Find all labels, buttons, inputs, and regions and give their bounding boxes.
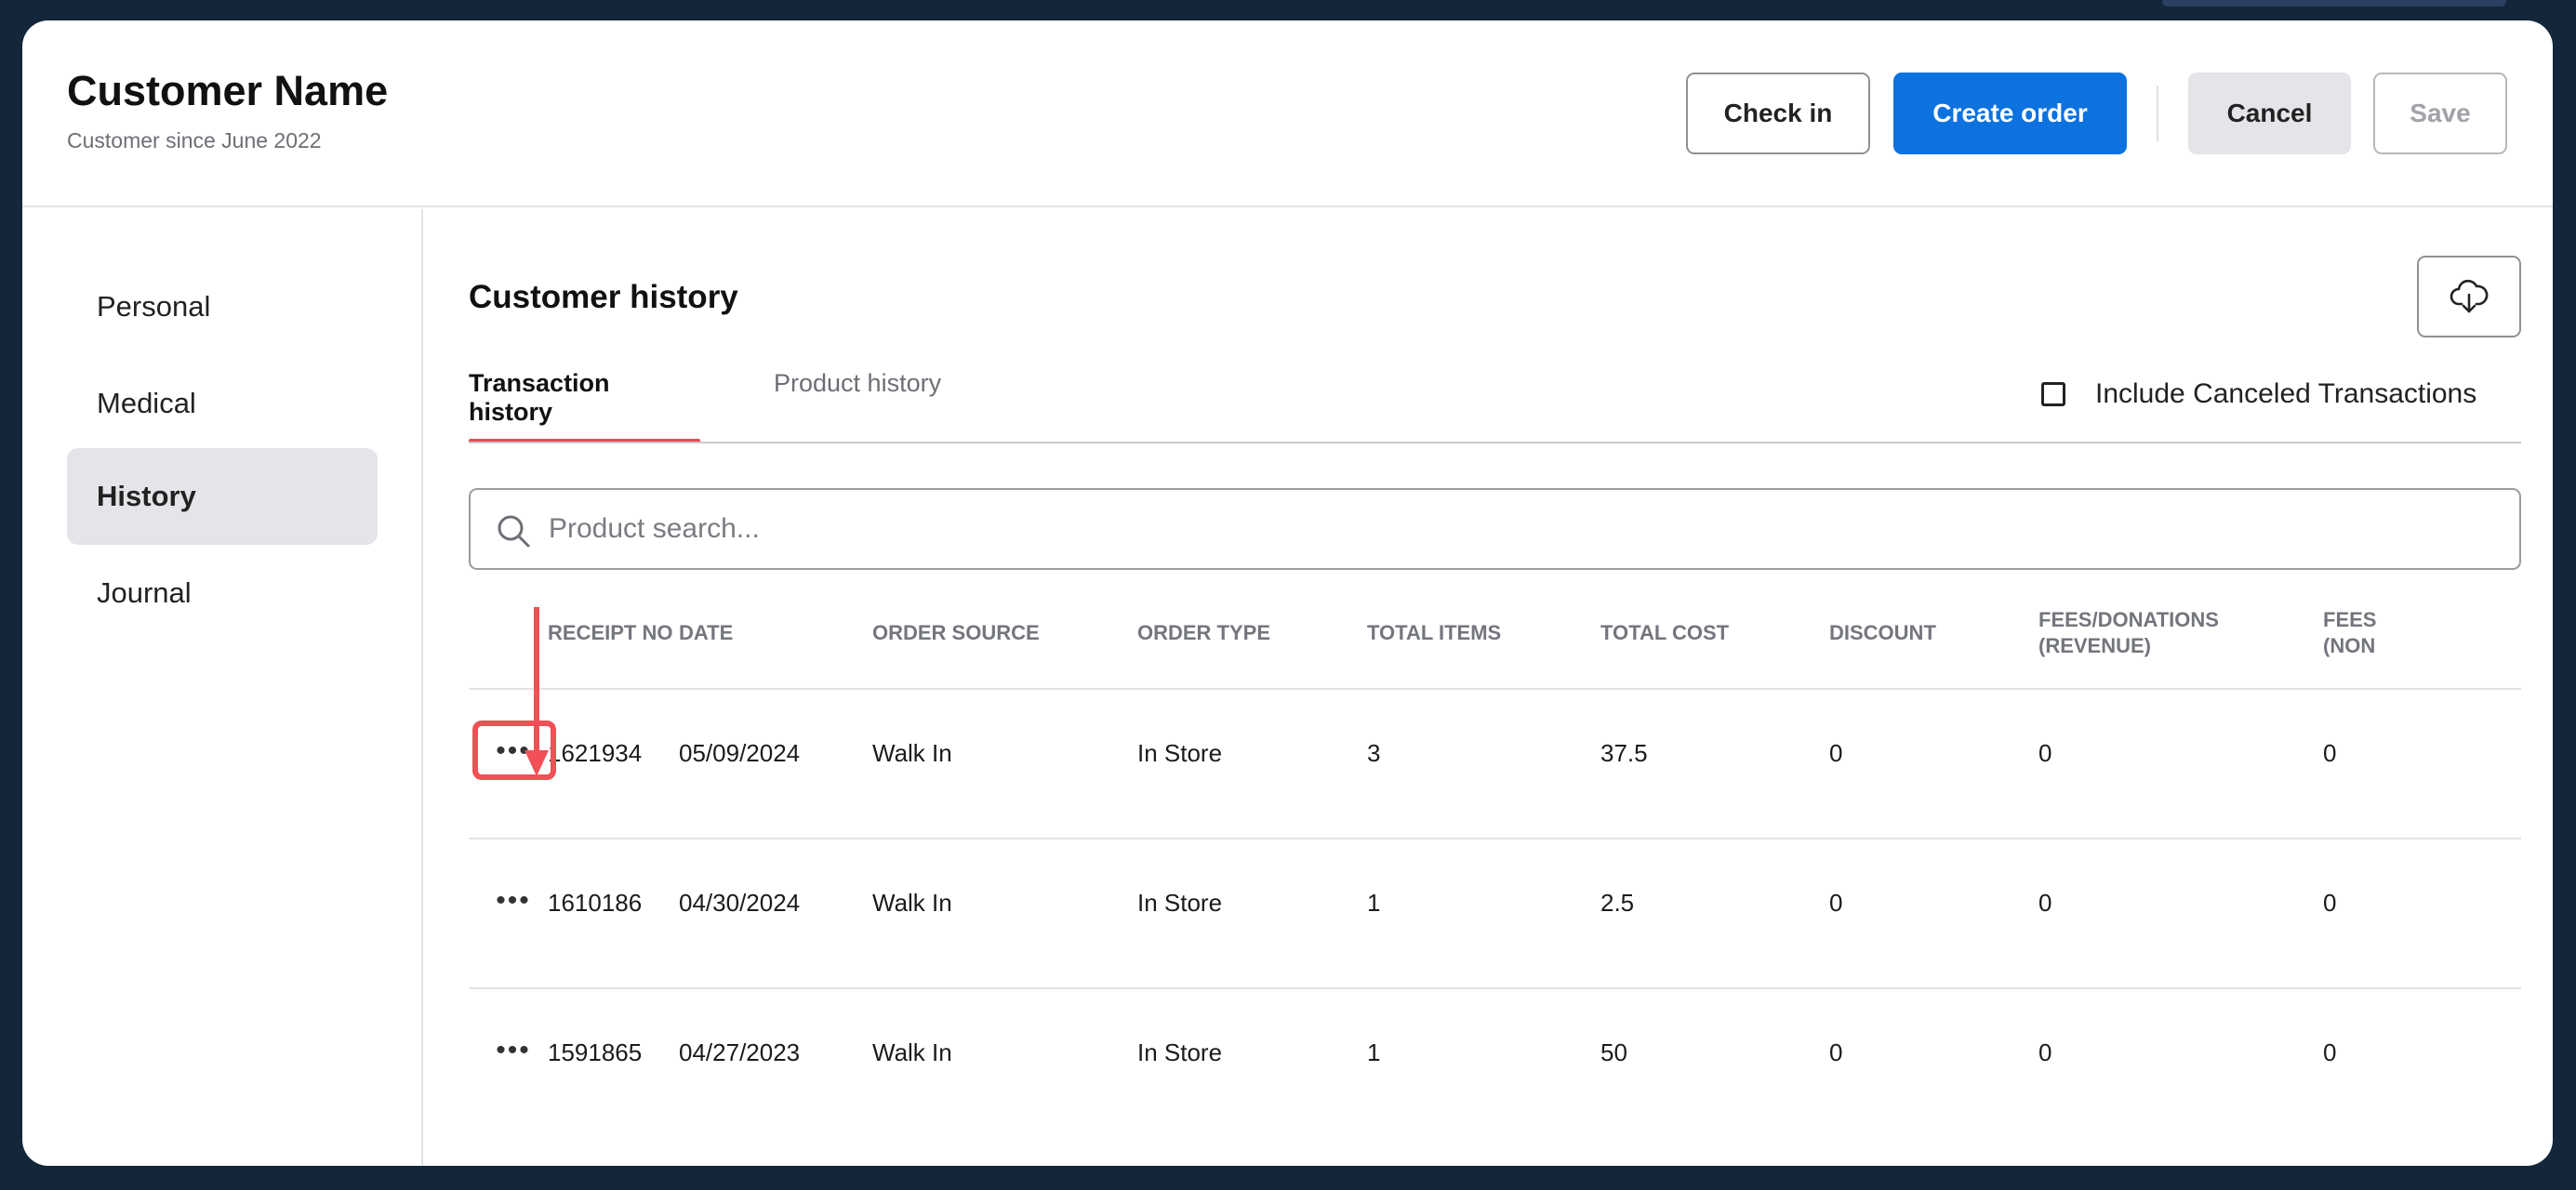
cell-total-items: 3 <box>1367 739 1380 768</box>
row-more-button[interactable]: ••• <box>476 875 551 927</box>
section-title: Customer history <box>469 279 738 316</box>
cell-discount: 0 <box>1829 739 1842 768</box>
row-more-button[interactable]: ••• <box>476 1025 551 1077</box>
download-button[interactable] <box>2417 256 2521 337</box>
tab-transaction-history[interactable]: Transaction history <box>469 369 700 442</box>
sidebar-item-journal[interactable]: Journal <box>67 545 378 641</box>
column-header-fees-revenue: FEES/DONATIONS (REVENUE) <box>2038 607 2219 659</box>
tab-label: Transaction history <box>469 369 610 426</box>
cell-total-items: 1 <box>1367 889 1380 918</box>
cell-order-type: In Store <box>1137 739 1222 768</box>
cell-order-source: Walk In <box>872 739 952 768</box>
more-dots-icon: ••• <box>496 1035 531 1066</box>
customer-name: Customer Name <box>67 67 388 115</box>
cell-order-source: Walk In <box>872 889 952 918</box>
cell-fees-non-revenue: 0 <box>2323 739 2336 768</box>
sidebar-item-history[interactable]: History <box>67 448 378 545</box>
tabs-divider <box>469 442 2521 443</box>
table-row[interactable]: ••• 1621934 05/09/2024 Walk In In Store … <box>469 688 2521 838</box>
cell-date: 04/30/2024 <box>679 889 800 918</box>
modal-header: Customer Name Customer since June 2022 C… <box>22 20 2553 207</box>
cancel-button[interactable]: Cancel <box>2188 73 2351 154</box>
column-header-total-cost: TOTAL COST <box>1600 620 1729 646</box>
annotation-arrowhead-icon <box>524 750 549 776</box>
cell-total-items: 1 <box>1367 1038 1380 1067</box>
cell-receipt: 1621934 <box>548 739 642 768</box>
column-header-receipt: RECEIPT NO <box>548 620 672 646</box>
column-header-date: DATE <box>679 620 733 646</box>
column-header-line: (NON <box>2323 633 2376 659</box>
product-search <box>469 488 2521 570</box>
tab-label: Product history <box>774 369 941 397</box>
create-order-button[interactable]: Create order <box>1893 73 2127 154</box>
cell-fees-non-revenue: 0 <box>2323 1038 2336 1067</box>
main-content: Customer history Transaction history Pro… <box>425 209 2553 1166</box>
cell-fees-revenue: 0 <box>2038 1038 2052 1067</box>
column-header-discount: DISCOUNT <box>1829 620 1936 646</box>
customer-since: Customer since June 2022 <box>67 128 322 153</box>
customer-modal: Customer Name Customer since June 2022 C… <box>22 20 2553 1166</box>
more-dots-icon: ••• <box>496 885 531 917</box>
tab-product-history[interactable]: Product history <box>774 369 941 442</box>
cell-receipt: 1610186 <box>548 889 642 918</box>
cell-discount: 0 <box>1829 1038 1842 1067</box>
save-button[interactable]: Save <box>2373 73 2507 154</box>
cell-fees-revenue: 0 <box>2038 739 2052 768</box>
cell-fees-revenue: 0 <box>2038 889 2052 918</box>
sidebar-item-label: Medical <box>97 387 196 420</box>
table-row[interactable]: ••• 1610186 04/30/2024 Walk In In Store … <box>469 838 2521 987</box>
column-header-fees-non-revenue: FEES (NON <box>2323 607 2376 659</box>
sidebar-item-medical[interactable]: Medical <box>67 355 378 452</box>
table-row[interactable]: ••• 1591865 04/27/2023 Walk In In Store … <box>469 987 2521 1137</box>
include-canceled-toggle[interactable]: Include Canceled Transactions <box>2041 378 2476 410</box>
sidebar-item-label: Journal <box>97 576 192 610</box>
cell-order-source: Walk In <box>872 1038 952 1067</box>
search-input[interactable] <box>549 503 2483 555</box>
cell-date: 05/09/2024 <box>679 739 800 768</box>
sidebar-item-label: History <box>97 480 196 513</box>
include-canceled-checkbox[interactable] <box>2041 382 2065 406</box>
background-window-bar <box>2162 0 2506 7</box>
column-header-line: FEES <box>2323 607 2376 633</box>
cell-fees-non-revenue: 0 <box>2323 889 2336 918</box>
search-icon <box>495 512 532 549</box>
check-in-button[interactable]: Check in <box>1686 73 1870 154</box>
transactions-table: RECEIPT NO DATE ORDER SOURCE ORDER TYPE … <box>469 600 2521 1166</box>
cell-total-cost: 37.5 <box>1600 739 1648 768</box>
sidebar-item-label: Personal <box>97 290 210 324</box>
cell-discount: 0 <box>1829 889 1842 918</box>
cloud-download-icon <box>2449 276 2490 317</box>
column-header-order-type: ORDER TYPE <box>1137 620 1270 646</box>
column-header-line: (REVENUE) <box>2038 633 2219 659</box>
column-header-total-items: TOTAL ITEMS <box>1367 620 1501 646</box>
cell-order-type: In Store <box>1137 1038 1222 1067</box>
column-header-order-source: ORDER SOURCE <box>872 620 1040 646</box>
cell-total-cost: 2.5 <box>1600 889 1634 918</box>
column-header-line: FEES/DONATIONS <box>2038 607 2219 633</box>
cell-order-type: In Store <box>1137 889 1222 918</box>
header-divider <box>2157 86 2158 141</box>
sidebar-item-personal[interactable]: Personal <box>67 258 378 355</box>
cell-receipt: 1591865 <box>548 1038 642 1067</box>
annotation-arrow-icon <box>534 607 539 754</box>
include-canceled-label: Include Canceled Transactions <box>2095 378 2476 410</box>
sidebar: Personal Medical History Journal <box>22 209 423 1166</box>
cell-total-cost: 50 <box>1600 1038 1627 1067</box>
cell-date: 04/27/2023 <box>679 1038 800 1067</box>
